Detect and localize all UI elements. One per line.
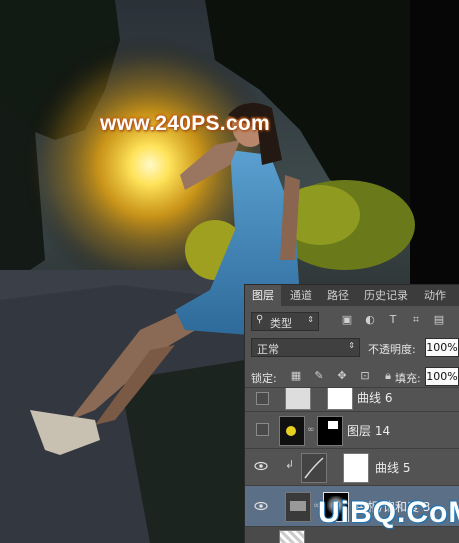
- hue-saturation-thumbnail-icon: [285, 492, 311, 522]
- tab-history[interactable]: 历史记录: [359, 285, 413, 306]
- updown-arrows-icon: ⇕: [307, 315, 314, 324]
- layer-mask-thumbnail: [327, 388, 353, 410]
- panel-tab-bar: 图层 通道 路径 历史记录 动作: [245, 285, 459, 306]
- image-filter-icon[interactable]: ▣: [340, 313, 354, 327]
- curves-thumbnail-icon: [285, 388, 311, 410]
- filter-kind-select[interactable]: ⚲ 类型 ⇕: [251, 312, 319, 331]
- filter-kind-label: 类型: [270, 317, 292, 330]
- lock-transparent-icon[interactable]: ▦: [289, 369, 303, 383]
- tab-paths[interactable]: 路径: [322, 285, 354, 306]
- clipping-arrow-icon: ↲: [285, 458, 295, 471]
- layer-row[interactable]: ∞ 图层 14: [245, 411, 459, 448]
- layer-name: 曲线 6: [357, 391, 393, 405]
- eye-icon[interactable]: [254, 460, 268, 472]
- opacity-input[interactable]: 100%: [425, 338, 459, 357]
- adjustment-filter-icon[interactable]: ◐: [363, 313, 377, 327]
- watermark-top: www.240PS.com: [100, 112, 271, 135]
- shape-filter-icon[interactable]: ⌗: [409, 313, 423, 327]
- tab-layers[interactable]: 图层: [245, 285, 281, 306]
- lock-label: 锁定:: [251, 372, 277, 385]
- pixel-layer-thumbnail: [279, 416, 305, 446]
- layer-mask-thumbnail: [343, 453, 369, 483]
- watermark-bottom: UiBQ.CoM: [318, 496, 459, 529]
- eye-icon[interactable]: [254, 500, 268, 512]
- lock-image-icon[interactable]: ✎: [312, 369, 326, 383]
- fill-input[interactable]: 100%: [425, 367, 459, 386]
- visibility-toggle[interactable]: [256, 392, 269, 405]
- tab-actions[interactable]: 动作: [419, 285, 451, 306]
- blend-mode-select[interactable]: 正常 ⇕: [251, 338, 360, 357]
- tab-channels[interactable]: 通道: [285, 285, 317, 306]
- visibility-toggle[interactable]: [256, 423, 269, 436]
- layer-row[interactable]: ↲ 曲线 5: [245, 448, 459, 485]
- screenshot-stage: www.240PS.com 图层 通道 路径 历史记录 动作 ⚲ 类型 ⇕ ▣ …: [0, 0, 459, 543]
- opacity-label: 不透明度:: [368, 343, 416, 356]
- fill-label: 填充:: [395, 372, 421, 385]
- blend-mode-value: 正常: [257, 343, 279, 356]
- smart-object-filter-icon[interactable]: ▤: [432, 313, 446, 327]
- artboard-lock-icon[interactable]: ⊡: [358, 369, 372, 383]
- layer-name: 曲线 5: [375, 461, 411, 475]
- transparent-layer-thumbnail: [279, 530, 305, 543]
- layer-mask-thumbnail: [317, 416, 343, 446]
- updown-arrows-icon: ⇕: [348, 341, 355, 350]
- layer-name: 图层 14: [347, 424, 391, 438]
- layer-row[interactable]: 曲线 6: [245, 387, 459, 410]
- lock-all-icon[interactable]: 🔒︎: [381, 369, 395, 383]
- lock-position-icon[interactable]: ✥: [335, 369, 349, 383]
- type-filter-icon[interactable]: T: [386, 313, 400, 327]
- link-icon: ∞: [307, 425, 315, 435]
- search-icon: ⚲: [256, 314, 264, 325]
- curves-thumbnail-icon: [301, 453, 327, 483]
